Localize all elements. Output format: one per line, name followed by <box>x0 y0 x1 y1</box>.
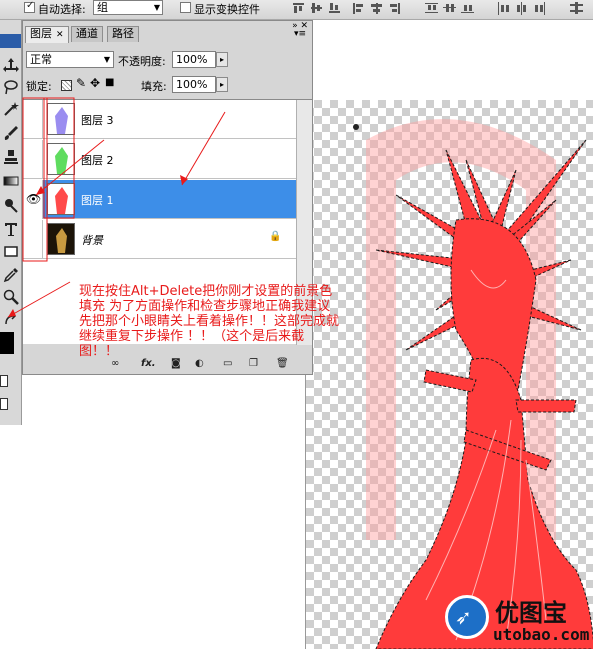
visibility-highlight-box <box>22 97 48 262</box>
watermark-url: utobao.com <box>493 625 590 644</box>
watermark-cn: 优图宝 <box>495 599 567 627</box>
bird-icon: ➶ <box>455 605 472 629</box>
thumbnail-highlight-box <box>43 97 75 219</box>
tutorial-annotation: 现在按住Alt+Delete把你刚才设置的前景色填充 为了方面操作和检查步骤地正… <box>79 284 340 359</box>
watermark-logo: ➶ 优图宝 utobao.com <box>437 592 593 649</box>
